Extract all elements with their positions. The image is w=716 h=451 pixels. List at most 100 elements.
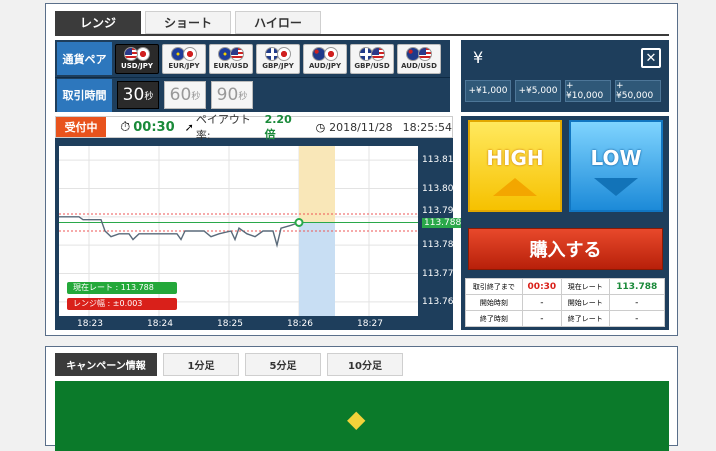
time-90-button[interactable]: 90 秒 bbox=[211, 81, 253, 109]
pair-button-eur-usd[interactable]: EUR/USD bbox=[209, 43, 253, 74]
range-zone-upper bbox=[299, 146, 335, 223]
yen-symbol: ¥ bbox=[473, 48, 484, 67]
time-num: 30 bbox=[122, 85, 145, 105]
legend-current-value: 113.788 bbox=[120, 283, 154, 292]
pair-name: GBP/JPY bbox=[262, 62, 294, 70]
time-30-button[interactable]: 30 秒 bbox=[117, 81, 159, 109]
tab-highlow[interactable]: ハイロー bbox=[235, 11, 321, 34]
us-flag-icon bbox=[371, 47, 385, 61]
x-tick-label: 18:25 bbox=[217, 319, 243, 329]
amount-5000-button[interactable]: +¥5,000 bbox=[515, 80, 561, 102]
tab-underline bbox=[55, 34, 669, 36]
high-label: HIGH bbox=[486, 146, 544, 170]
legend-current-label: 現在レート bbox=[73, 283, 113, 292]
x-tick-label: 18:27 bbox=[357, 319, 383, 329]
legend-range-label: レンジ幅 bbox=[73, 299, 105, 308]
campaign-panel: キャンペーン情報 1分足 5分足 10分足 ◆ bbox=[45, 346, 678, 451]
jp-flag-icon bbox=[183, 47, 197, 61]
pair-button-usd-jpy[interactable]: USD/JPY bbox=[115, 43, 159, 74]
status-time: 18:25:54 bbox=[402, 120, 452, 134]
pair-button-aud-usd[interactable]: AUD/USD bbox=[397, 43, 441, 74]
pair-name: EUR/USD bbox=[213, 62, 249, 70]
jp-flag-icon bbox=[324, 47, 338, 61]
pair-button-gbp-usd[interactable]: GBP/USD bbox=[350, 43, 394, 74]
mode-tabs: レンジ ショート ハイロー bbox=[55, 11, 321, 34]
chart-area: 受付中 ⏱ 00:30 ➚ ペイアウト率: 2.20 倍 ◷ 2018/11/2… bbox=[55, 112, 464, 330]
pair-button-aud-jpy[interactable]: AUD/JPY bbox=[303, 43, 347, 74]
payout-arrow-icon: ➚ bbox=[184, 120, 194, 134]
down-arrow-icon bbox=[594, 178, 638, 196]
buy-button[interactable]: 購入する bbox=[468, 228, 663, 270]
info-label: 現在レート bbox=[560, 278, 610, 295]
up-arrow-icon bbox=[493, 178, 537, 196]
info-value: - bbox=[608, 310, 666, 327]
pair-button-eur-jpy[interactable]: EUR/JPY bbox=[162, 43, 206, 74]
y-tick-label: 113.788 bbox=[422, 217, 464, 228]
amount-50000-button[interactable]: +¥50,000 bbox=[615, 80, 661, 102]
jp-flag-icon bbox=[136, 47, 150, 61]
current-rate-legend: 現在レート : 113.788 bbox=[67, 282, 177, 294]
pair-name: USD/JPY bbox=[121, 62, 153, 70]
low-label: LOW bbox=[590, 146, 642, 170]
info-value: 00:30 bbox=[521, 278, 562, 295]
tab-10min[interactable]: 10分足 bbox=[327, 353, 403, 376]
close-icon[interactable]: ✕ bbox=[641, 48, 661, 68]
info-value: - bbox=[521, 310, 562, 327]
us-flag-icon bbox=[418, 47, 432, 61]
info-label: 取引終了まで bbox=[465, 278, 523, 295]
payout-label: ペイアウト率: bbox=[195, 113, 251, 142]
pair-label: 通貨ペア bbox=[57, 42, 112, 75]
time-num: 90 bbox=[216, 85, 239, 105]
x-tick-label: 18:24 bbox=[147, 319, 173, 329]
low-button[interactable]: LOW bbox=[569, 120, 663, 212]
y-tick-label: 113.810 bbox=[422, 155, 460, 166]
countdown: 00:30 bbox=[133, 119, 175, 135]
high-button[interactable]: HIGH bbox=[468, 120, 562, 212]
y-tick-label: 113.790 bbox=[422, 206, 460, 217]
time-unit: 秒 bbox=[144, 91, 154, 102]
diamond-icon: ◆ bbox=[347, 405, 366, 433]
pair-name: GBP/USD bbox=[354, 62, 390, 70]
range-zone-lower bbox=[299, 222, 335, 316]
time-label: 取引時間 bbox=[57, 78, 112, 112]
pair-name: AUD/USD bbox=[401, 62, 437, 70]
amount-10000-button[interactable]: +¥10,000 bbox=[565, 80, 611, 102]
flag-icons bbox=[124, 47, 150, 61]
time-unit: 秒 bbox=[238, 91, 248, 102]
current-price-dot bbox=[294, 218, 304, 227]
flag-icons bbox=[265, 47, 291, 61]
tab-campaign[interactable]: キャンペーン情報 bbox=[55, 353, 157, 376]
time-60-button[interactable]: 60 秒 bbox=[164, 81, 206, 109]
trading-panel: レンジ ショート ハイロー 通貨ペア USD/JPY EUR/JPY EUR/USD… bbox=[45, 3, 678, 336]
status-date: 2018/11/28 bbox=[329, 120, 393, 134]
info-value: - bbox=[521, 294, 562, 311]
payout-value: 2.20 倍 bbox=[264, 112, 292, 141]
tab-5min[interactable]: 5分足 bbox=[245, 353, 321, 376]
pair-button-gbp-jpy[interactable]: GBP/JPY bbox=[256, 43, 300, 74]
trade-time-row: 取引時間 30 秒 60 秒 90 秒 bbox=[55, 77, 450, 112]
currency-pair-row: 通貨ペア USD/JPY EUR/JPY EUR/USD GBP/JPY AUD/JPY… bbox=[55, 40, 450, 77]
tab-1min[interactable]: 1分足 bbox=[163, 353, 239, 376]
campaign-banner: ◆ bbox=[55, 381, 669, 451]
tab-range[interactable]: レンジ bbox=[55, 11, 141, 34]
info-label: 開始レート bbox=[560, 294, 610, 311]
y-tick-label: 113.770 bbox=[422, 268, 460, 279]
status-badge: 受付中 bbox=[56, 117, 107, 137]
tab-short[interactable]: ショート bbox=[145, 11, 231, 34]
us-flag-icon bbox=[230, 47, 244, 61]
info-value: - bbox=[608, 294, 666, 311]
trade-info-table: 取引終了まで 00:30 現在レート 113.788 開始時刻 - 開始レート … bbox=[465, 278, 666, 327]
legend-range-value: ±0.003 bbox=[112, 299, 143, 308]
flag-icons bbox=[359, 47, 385, 61]
time-num: 60 bbox=[169, 85, 192, 105]
price-chart: 現在レート : 113.788 レンジ幅 : ±0.003 bbox=[59, 146, 418, 316]
info-label: 終了レート bbox=[560, 310, 610, 327]
pair-name: EUR/JPY bbox=[168, 62, 200, 70]
info-value: 113.788 bbox=[608, 278, 666, 295]
info-label: 開始時刻 bbox=[465, 294, 523, 311]
y-tick-label: 113.800 bbox=[422, 183, 460, 194]
x-tick-label: 18:26 bbox=[287, 319, 313, 329]
x-tick-label: 18:23 bbox=[77, 319, 103, 329]
order-panel: HIGH LOW 購入する 取引終了まで 00:30 現在レート 113.788… bbox=[461, 116, 669, 330]
amount-1000-button[interactable]: +¥1,000 bbox=[465, 80, 511, 102]
